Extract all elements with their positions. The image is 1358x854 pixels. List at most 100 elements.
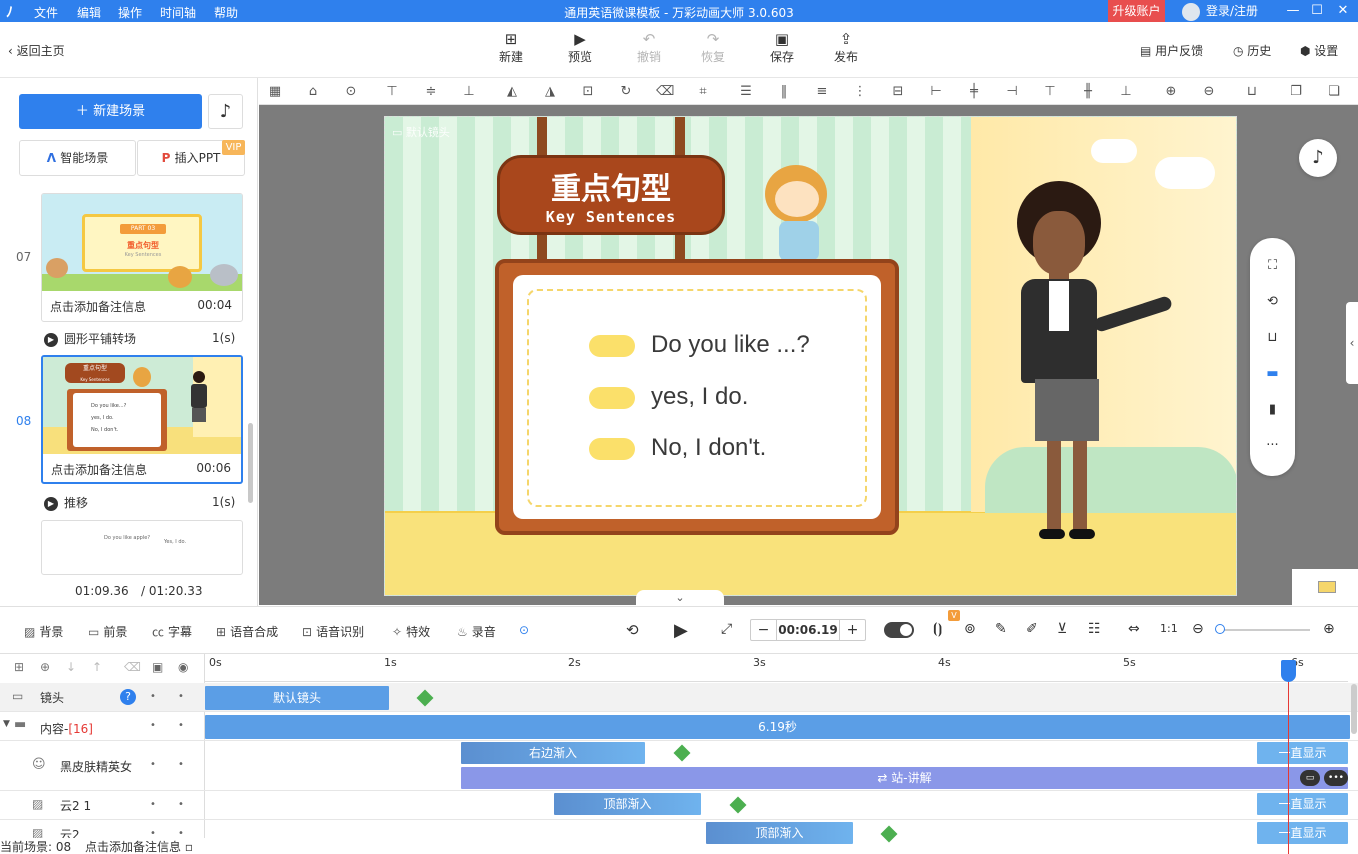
close-icon[interactable]: ✕ <box>1332 0 1354 22</box>
paste-icon[interactable]: ❏ <box>1326 84 1342 100</box>
enter-top-bar[interactable]: 顶部渐入 <box>706 822 853 844</box>
distribute-icon[interactable]: ☰ <box>738 84 754 100</box>
replay-icon[interactable]: ⟲ <box>626 621 639 639</box>
music-float-button[interactable]: ♪ <box>1299 139 1337 177</box>
home-icon[interactable]: ⌂ <box>305 84 321 100</box>
smart-scene-button[interactable]: Λ 智能场景 <box>19 140 136 176</box>
flip-vertical-icon[interactable]: ◮ <box>542 84 558 100</box>
enter-top-bar[interactable]: 顶部渐入 <box>554 793 701 815</box>
move-up-icon[interactable]: ↑ <box>92 660 102 674</box>
asr-button[interactable]: ⊡ 语音识别 <box>302 623 364 640</box>
align-top-icon[interactable]: ⊤ <box>384 84 400 100</box>
brush-icon[interactable]: ✐ <box>1026 621 1038 637</box>
align-top2-icon[interactable]: ⊤ <box>1042 84 1058 100</box>
zoom-slider-track[interactable] <box>1220 629 1310 631</box>
visibility-dot[interactable]: • <box>150 691 156 702</box>
stand-explain-bar[interactable]: ⇄ 站-讲解 <box>461 767 1348 789</box>
scene-card-09[interactable]: Do you like apple? Yes, I do. <box>41 520 243 575</box>
scene-card-08[interactable]: 重点句型 Key Sentences Do you like...? yes, I… <box>41 355 243 484</box>
frame-icon[interactable]: ⦗⦘ <box>933 621 942 637</box>
more-circle-icon[interactable]: ⊙ <box>343 84 359 100</box>
unlock-icon[interactable]: ⊔ <box>1244 84 1260 100</box>
move-down-icon[interactable]: ↓ <box>66 660 76 674</box>
portrait-icon[interactable]: ▮ <box>1264 402 1281 419</box>
more-options-icon[interactable]: ⊙ <box>519 623 529 637</box>
visibility-dot[interactable]: • <box>150 759 156 770</box>
plus-icon[interactable]: + <box>839 620 865 640</box>
rotate-icon[interactable]: ↻ <box>618 84 634 100</box>
add-keyframe-icon[interactable] <box>880 825 898 843</box>
toggle-switch[interactable] <box>884 622 914 638</box>
landscape-icon[interactable]: ▬ <box>1264 366 1281 383</box>
align-right-icon[interactable]: ⊣ <box>1004 84 1020 100</box>
redo-button[interactable]: ↷ 恢复 <box>688 30 738 65</box>
back-home-button[interactable]: ‹ 返回主页 <box>8 42 65 59</box>
zoom-in-icon[interactable]: ⊕ <box>1323 621 1335 637</box>
save-button[interactable]: ▣ 保存 <box>757 30 807 65</box>
timeline-scrollbar[interactable] <box>1351 684 1357 734</box>
add-folder-icon[interactable]: ⊞ <box>14 660 24 674</box>
minimap[interactable] <box>1292 569 1358 605</box>
align-bottom2-icon[interactable]: ⊥ <box>1118 84 1134 100</box>
scene-list-scrollbar[interactable] <box>248 423 253 503</box>
align-bottom-icon[interactable]: ⊥ <box>461 84 477 100</box>
fit-width-icon[interactable]: ⇔ <box>1128 621 1140 637</box>
stage[interactable]: 重点句型 Key Sentences Do you like ...? yes,… <box>384 116 1237 596</box>
transition-item[interactable]: ▶ 推移 <box>44 494 88 511</box>
trash-icon[interactable]: ⌫ <box>656 84 674 100</box>
effects-button[interactable]: ✧ 特效 <box>392 623 430 640</box>
more-icon[interactable]: ··· <box>1264 438 1281 455</box>
sliders-icon[interactable]: ☷ <box>1088 621 1101 637</box>
time-value[interactable]: 00:06.19 <box>777 620 839 640</box>
feedback-button[interactable]: ▤ 用户反馈 <box>1140 42 1203 59</box>
time-stepper[interactable]: − 00:06.19 + <box>750 619 866 641</box>
fit-screen-icon[interactable]: ⛶ <box>1264 258 1281 275</box>
crop-icon[interactable]: ⌗ <box>695 84 711 100</box>
comment-icon[interactable]: ▭ <box>1300 770 1320 786</box>
align-center-icon[interactable]: ╪ <box>966 84 982 100</box>
distribute-h-icon[interactable]: ‖ <box>776 84 792 100</box>
filter-icon[interactable]: ⊻ <box>1057 621 1067 637</box>
enter-right-bar[interactable]: 右边渐入 <box>461 742 645 764</box>
always-show-bar[interactable]: 一直显示 <box>1257 822 1348 844</box>
fullscreen-icon[interactable]: ⤢ <box>721 621 732 637</box>
copy-icon[interactable]: ❐ <box>1288 84 1304 100</box>
scene-note[interactable]: 点击添加备注信息 <box>50 298 146 315</box>
ratio-icon[interactable]: 1:1 <box>1160 622 1178 635</box>
edit-note-icon[interactable]: ▫ <box>185 840 193 854</box>
content-duration-bar[interactable]: 6.19秒 <box>205 715 1350 739</box>
lock-dot[interactable]: • <box>178 691 184 702</box>
undo-button[interactable]: ↶ 撤销 <box>624 30 674 65</box>
zoom-out-icon[interactable]: ⊖ <box>1201 84 1217 100</box>
maximize-icon[interactable]: ☐ <box>1306 0 1328 22</box>
flip-horizontal-icon[interactable]: ◭ <box>504 84 520 100</box>
side-panel-toggle[interactable]: ‹ <box>1346 302 1358 384</box>
add-keyframe-icon[interactable] <box>673 744 691 762</box>
visibility-dot[interactable]: • <box>150 799 156 810</box>
settings-button[interactable]: ⬢ 设置 <box>1300 42 1338 59</box>
add-keyframe-icon[interactable] <box>416 689 434 707</box>
rotate-screen-icon[interactable]: ⟲ <box>1264 294 1281 311</box>
subtitle-button[interactable]: ㏄字幕 <box>152 623 192 640</box>
unlock-icon[interactable]: ⊔ <box>1264 330 1281 347</box>
collapse-timeline-button[interactable]: ⌄ <box>636 590 724 606</box>
foreground-button[interactable]: ▭ 前景 <box>88 623 127 640</box>
camera-icon[interactable]: ⊚ <box>964 621 976 637</box>
preview-button[interactable]: ▶ 预览 <box>555 30 605 65</box>
always-show-bar[interactable]: 一直显示 <box>1257 793 1348 815</box>
upgrade-button[interactable]: 升级账户 <box>1108 0 1165 22</box>
lock-dot[interactable]: • <box>178 759 184 770</box>
new-scene-button[interactable]: ＋ 新建场景 <box>19 94 202 129</box>
always-show-bar[interactable]: 一直显示 <box>1257 742 1348 764</box>
timeline-ruler[interactable]: 0s 1s 2s 3s 4s 5s 6s <box>205 654 1348 682</box>
group-icon[interactable]: ⋮ <box>852 84 868 100</box>
distribute-v-icon[interactable]: ≡ <box>814 84 830 100</box>
minus-icon[interactable]: − <box>751 620 777 640</box>
add-layer-icon[interactable]: ⊕ <box>40 660 50 674</box>
music-button[interactable]: ♪ <box>208 94 243 129</box>
background-button[interactable]: ▨ 背景 <box>24 623 63 640</box>
eye-icon[interactable]: ◉ <box>178 660 188 674</box>
lock-dot[interactable]: • <box>178 720 184 731</box>
edit-icon[interactable]: ✎ <box>995 621 1007 637</box>
align-middle-icon[interactable]: ≑ <box>423 84 439 100</box>
